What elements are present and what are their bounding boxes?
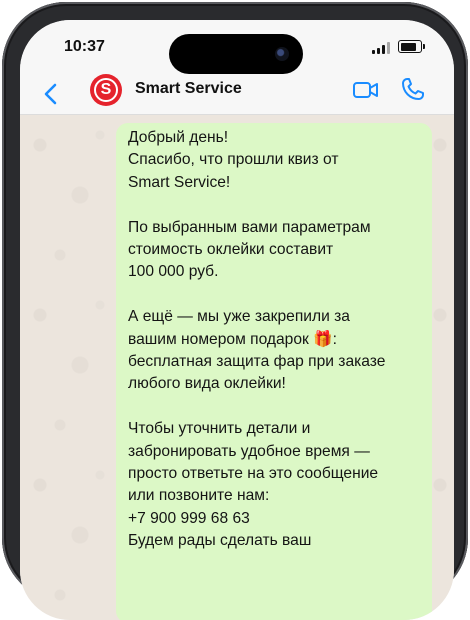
message-line: 100 000 руб.: [128, 263, 219, 281]
message-line: [128, 396, 420, 418]
message-line: или позвоните нам:: [128, 487, 270, 505]
contact-name[interactable]: Smart Service: [135, 80, 242, 98]
back-chevron-icon[interactable]: [40, 82, 64, 106]
dynamic-island: [169, 34, 303, 74]
message-line: А ещё — мы уже закрепили за: [128, 308, 350, 326]
message-line: забронировать удобное время —: [128, 442, 370, 460]
message-line: стоимость оклейки составит: [128, 241, 334, 259]
message-line: Чтобы уточнить детали и: [128, 420, 311, 438]
chat-area: Добрый день! Спасибо, что прошли квиз от…: [20, 115, 454, 620]
message-line: [128, 194, 420, 216]
message-bubble[interactable]: Добрый день! Спасибо, что прошли квиз от…: [116, 123, 432, 620]
message-line: Добрый день!: [128, 129, 229, 146]
battery-icon: [398, 40, 425, 53]
message-line: просто ответьте на это сообщение: [128, 465, 379, 483]
message-line: Будем рады сделать ваш: [128, 532, 312, 550]
avatar[interactable]: S: [90, 74, 122, 106]
chat-header: S Smart Service: [20, 74, 454, 115]
message-line: вашим номером подарок 🎁:: [128, 330, 337, 348]
avatar-letter: S: [94, 78, 118, 102]
message-line: любого вида оклейки!: [128, 375, 286, 393]
message-line: бесплатная защита фар при заказе: [128, 353, 386, 371]
camera-icon: [275, 47, 289, 61]
phone-screen: 10:37 S Smart Service Добрый день! Спаси…: [20, 20, 454, 620]
phone-number-link[interactable]: +7 900 999 68 63: [128, 508, 420, 530]
message-line: По выбранным вами параметрам: [128, 218, 371, 236]
signal-icon: [372, 42, 390, 54]
phone-frame: 10:37 S Smart Service Добрый день! Спаси…: [2, 2, 468, 620]
message-line: [128, 284, 420, 306]
message-line: Smart Service!: [128, 173, 231, 191]
phone-call-icon[interactable]: [400, 76, 426, 102]
status-bar: 10:37: [20, 20, 454, 74]
video-call-icon[interactable]: [352, 78, 380, 102]
message-line: Спасибо, что прошли квиз от: [128, 151, 339, 169]
status-time: 10:37: [64, 38, 105, 55]
